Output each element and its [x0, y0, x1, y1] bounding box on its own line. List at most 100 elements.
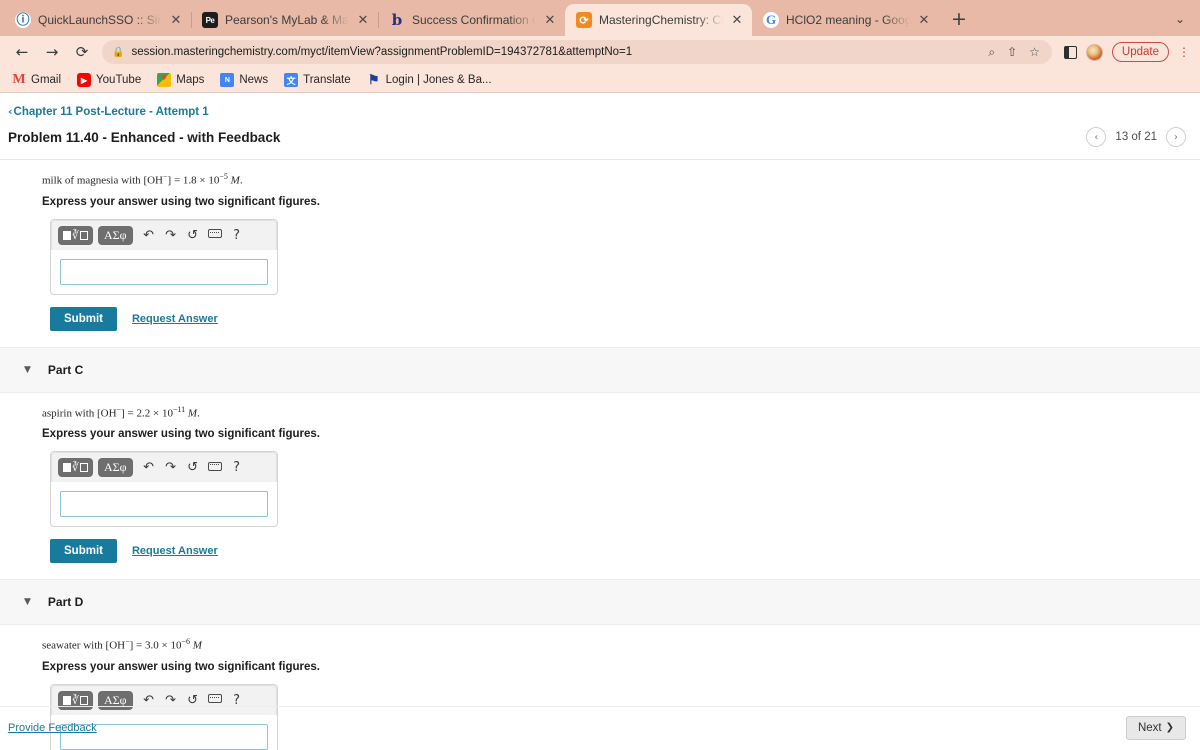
submit-button-b[interactable]: Submit	[50, 306, 117, 331]
close-icon[interactable]: ✕	[543, 13, 557, 28]
pager-status: 13 of 21	[1115, 131, 1157, 143]
submit-button-c[interactable]: Submit	[50, 539, 117, 564]
times: ×	[196, 174, 209, 187]
tab-title: QuickLaunchSSO :: Single Sign	[38, 13, 162, 27]
avatar[interactable]	[1085, 43, 1103, 61]
news-icon: N	[220, 73, 235, 87]
question-text-b: milk of magnesia with [OH−] = 1.8 × 10−5…	[42, 172, 1200, 187]
browser-tab-google-search[interactable]: G HClO2 meaning - Google Searc ✕	[752, 4, 939, 36]
lock-icon: 🔒	[112, 46, 125, 58]
login-icon: ⚑	[367, 72, 380, 87]
toolbar-right-actions: Update ⋮	[1058, 42, 1190, 62]
undo-icon[interactable]: ↶	[138, 228, 160, 243]
side-panel-icon[interactable]	[1063, 45, 1077, 59]
request-answer-link-b[interactable]: Request Answer	[132, 313, 218, 325]
question-text-c: aspirin with [OH−] = 2.2 × 10−11 M.	[42, 405, 1200, 420]
greek-letters-icon[interactable]: ΑΣφ	[98, 458, 133, 478]
gmail-icon: M	[12, 72, 26, 87]
keyboard-glyph	[207, 694, 222, 704]
reset-icon[interactable]: ↺	[182, 228, 204, 243]
browser-tab-pearson[interactable]: Pe Pearson's MyLab & Mastering - ✕	[191, 4, 379, 36]
bookmark-translate[interactable]: 文 Translate	[284, 73, 351, 87]
forward-icon[interactable]: →	[40, 40, 64, 64]
redo-icon[interactable]: ↷	[160, 228, 182, 243]
question-prefix: milk of magnesia with	[42, 174, 144, 187]
bookmark-news[interactable]: N News	[220, 73, 268, 87]
part-d-header[interactable]: ▼ Part D	[0, 579, 1200, 626]
browser-tab-quicklaunchsso[interactable]: ⓘ QuickLaunchSSO :: Single Sign ✕	[4, 4, 192, 36]
empty-square-glyph	[80, 463, 89, 473]
keyboard-icon[interactable]	[204, 694, 226, 706]
question-prefix: aspirin with	[42, 407, 97, 420]
greek-letters-icon[interactable]: ΑΣφ	[98, 225, 133, 245]
part-label: Part C	[47, 362, 84, 377]
bookmark-star-icon[interactable]: ☆	[1029, 45, 1040, 59]
google-icon: G	[763, 12, 779, 28]
empty-square-glyph	[80, 230, 89, 240]
question-text-d: seawater with [OH−] = 3.0 × 10−6 M	[42, 637, 1200, 652]
answer-input-b[interactable]	[60, 258, 268, 285]
bookmark-login-jones[interactable]: ⚑ Login | Jones & Ba...	[367, 72, 492, 87]
next-button[interactable]: Next ❯	[1125, 715, 1186, 740]
reset-icon[interactable]: ↺	[182, 460, 204, 475]
chevron-down-icon[interactable]: ▼	[24, 597, 31, 607]
help-icon[interactable]: ?	[226, 460, 248, 475]
share-icon[interactable]: ⇧	[1007, 45, 1017, 59]
species: OH	[100, 407, 117, 420]
instruction-text-c: Express your answer using two significan…	[42, 428, 320, 441]
root-glyph: ∛	[72, 228, 80, 242]
part-c-header[interactable]: ▼ Part C	[0, 346, 1200, 393]
prev-problem-button[interactable]: ‹	[1086, 127, 1107, 147]
browser-chrome: ⓘ QuickLaunchSSO :: Single Sign ✕ Pe Pea…	[0, 0, 1200, 92]
bookmark-youtube[interactable]: ▶ YouTube	[77, 73, 141, 87]
browser-tab-masteringchemistry[interactable]: ⟳ MasteringChemistry: Chapter 1 ✕	[565, 4, 752, 36]
bookmark-label: Login | Jones & Ba...	[385, 74, 492, 86]
breadcrumb-link-chapter[interactable]: ‹ Chapter 11 Post-Lecture - Attempt 1	[8, 105, 209, 118]
page-footer: Provide Feedback Next ❯	[0, 706, 1200, 748]
browser-menu-icon[interactable]: ⋮	[1178, 45, 1190, 59]
update-button[interactable]: Update	[1111, 42, 1169, 62]
problem-header: Problem 11.40 - Enhanced - with Feedback…	[0, 120, 1200, 160]
filled-square-glyph	[63, 230, 71, 240]
template-icon[interactable]: ∛	[58, 225, 94, 245]
redo-icon[interactable]: ↷	[160, 460, 182, 475]
close-icon[interactable]: ✕	[917, 13, 931, 28]
next-problem-button[interactable]: ›	[1166, 127, 1186, 147]
page-content: ‹ Chapter 11 Post-Lecture - Attempt 1 Pr…	[0, 92, 1200, 750]
close-icon[interactable]: ✕	[730, 13, 744, 28]
coefficient: 2.2	[136, 407, 151, 420]
period: .	[239, 174, 243, 187]
masteringchemistry-icon: ⟳	[576, 12, 592, 28]
close-icon[interactable]: ✕	[356, 13, 370, 28]
new-tab-button[interactable]: +	[945, 5, 973, 33]
instruction-text-b: Express your answer using two significan…	[42, 195, 320, 208]
pearson-icon: Pe	[202, 12, 218, 28]
browser-tab-success-confirmation[interactable]: b Success Confirmation of Quest ✕	[378, 4, 565, 36]
provide-feedback-link[interactable]: Provide Feedback	[8, 722, 97, 734]
tab-title: Pearson's MyLab & Mastering -	[225, 13, 349, 27]
tab-title: MasteringChemistry: Chapter 1	[599, 13, 723, 27]
coefficient: 3.0	[145, 639, 159, 652]
help-icon[interactable]: ?	[226, 228, 248, 243]
answer-input-c[interactable]	[60, 491, 268, 518]
browser-toolbar: ← → ⟳ 🔒 session.masteringchemistry.com/m…	[0, 36, 1200, 68]
maps-icon	[157, 73, 172, 87]
back-icon[interactable]: ←	[10, 40, 34, 64]
request-answer-link-c[interactable]: Request Answer	[132, 545, 218, 557]
chevron-right-icon: ❯	[1165, 722, 1174, 733]
address-bar[interactable]: 🔒 session.masteringchemistry.com/myct/it…	[102, 40, 1052, 64]
bookmark-label: YouTube	[96, 74, 142, 86]
bookmark-gmail[interactable]: M Gmail	[12, 72, 61, 87]
problem-pager: ‹ 13 of 21 ›	[1086, 127, 1186, 147]
chevron-down-icon[interactable]: ▼	[24, 365, 31, 375]
bookmark-maps[interactable]: Maps	[157, 73, 204, 87]
reload-icon[interactable]: ⟳	[70, 40, 94, 64]
undo-icon[interactable]: ↶	[138, 460, 160, 475]
keyboard-icon[interactable]	[204, 229, 226, 241]
close-icon[interactable]: ✕	[169, 13, 183, 28]
blackboard-icon: b	[391, 12, 403, 28]
template-icon[interactable]: ∛	[58, 458, 94, 478]
chevron-down-icon[interactable]: ⌄	[1166, 5, 1194, 33]
keyboard-icon[interactable]	[204, 461, 226, 474]
search-icon[interactable]: ⌕	[988, 45, 995, 60]
